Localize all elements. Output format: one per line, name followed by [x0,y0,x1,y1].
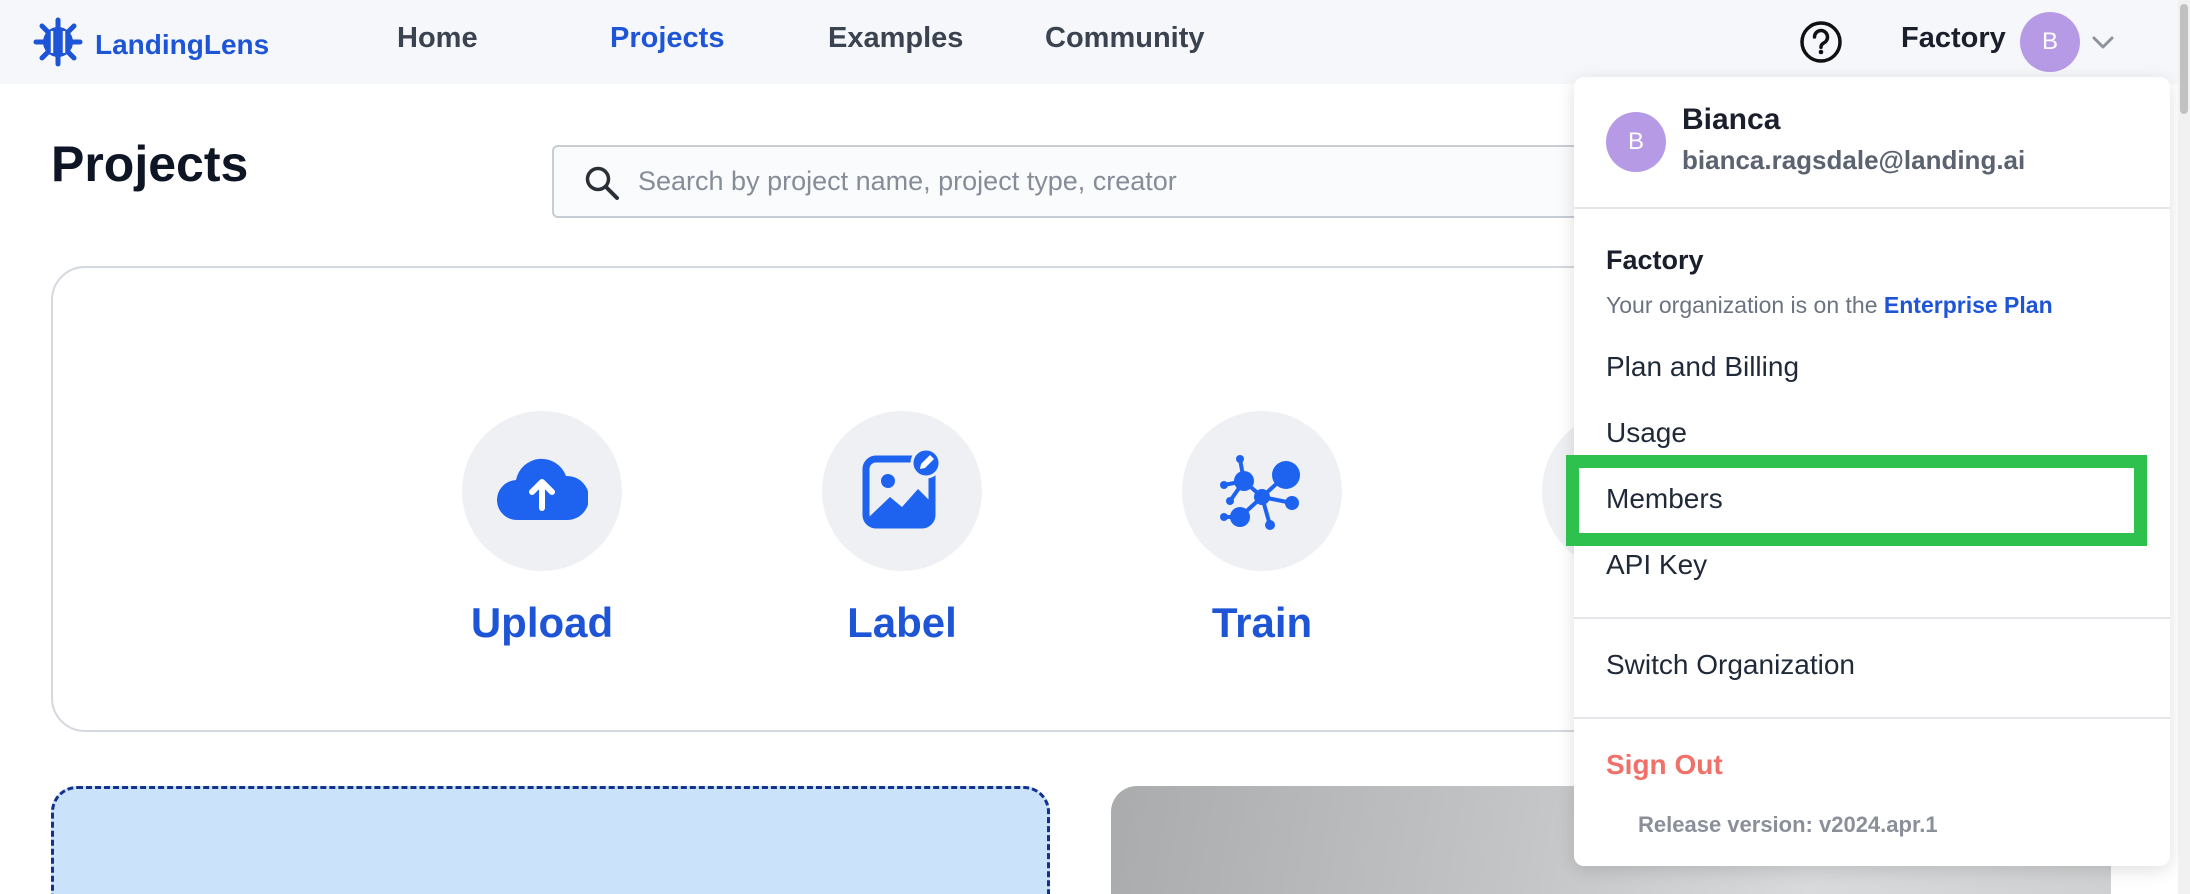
new-project-card[interactable] [51,786,1050,894]
menu-item-switch-organization[interactable]: Switch Organization [1606,649,1855,681]
nav-home[interactable]: Home [397,22,478,55]
step-train-label: Train [1211,599,1313,646]
plan-info-prefix: Your organization is on the [1606,292,1878,318]
menu-item-plan-billing[interactable]: Plan and Billing [1606,351,1799,383]
step-label[interactable]: Label [752,411,1052,647]
nav-examples[interactable]: Examples [828,22,963,55]
search-icon [584,165,620,206]
members-highlight-box [1566,455,2147,546]
menu-divider [1574,717,2170,719]
image-edit-icon [860,447,944,536]
step-label-label: Label [847,599,957,646]
step-upload-label: Upload [470,599,614,646]
step-label-circle [822,411,982,571]
step-train[interactable]: Train [1112,411,1412,647]
user-email: bianca.ragsdale@landing.ai [1682,145,2026,175]
release-version: Release version: v2024.apr.1 [1638,812,1938,837]
user-avatar[interactable]: B [2020,12,2080,72]
cloud-upload-icon [496,456,590,527]
landinglens-logo-icon [33,17,83,72]
step-upload-circle [462,411,622,571]
enterprise-plan-link[interactable]: Enterprise Plan [1884,292,2053,318]
top-nav-bar: LandingLens Home Projects Examples Commu… [0,0,2190,84]
help-circle-icon[interactable] [1799,20,1843,69]
network-icon [1214,441,1310,542]
nav-projects[interactable]: Projects [610,22,724,55]
project-search-box[interactable] [552,145,1652,218]
getting-started-card: Upload Label Train [51,266,1751,732]
user-avatar-large: B [1606,112,1666,172]
page-title: Projects [51,136,249,192]
org-name: Factory [1606,245,1704,275]
nav-community[interactable]: Community [1045,22,1205,55]
plan-info: Your organization is on the Enterprise P… [1606,292,2053,319]
chevron-down-icon[interactable] [2088,28,2118,63]
menu-item-api-key[interactable]: API Key [1606,549,1707,581]
menu-divider [1574,617,2170,619]
brand-logo[interactable]: LandingLens [33,17,269,72]
menu-item-usage[interactable]: Usage [1606,417,1687,449]
step-train-circle [1182,411,1342,571]
page-scrollbar[interactable] [2178,0,2190,894]
sign-out-button[interactable]: Sign Out [1606,749,1723,781]
brand-name: LandingLens [95,28,270,60]
user-info-section: B Bianca bianca.ragsdale@landing.ai [1574,77,2170,209]
scrollbar-thumb[interactable] [2180,4,2188,114]
user-name: Bianca [1682,103,1781,136]
search-input[interactable] [638,147,1598,216]
step-upload[interactable]: Upload [392,411,692,647]
org-switcher-label[interactable]: Factory [1901,22,2006,55]
